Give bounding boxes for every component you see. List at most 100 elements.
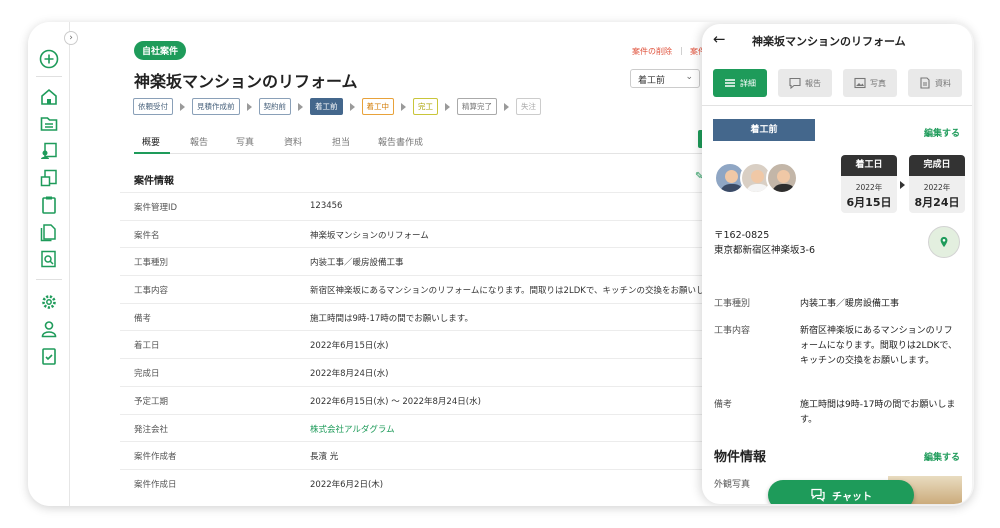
- property-edit-button[interactable]: 編集する: [924, 450, 960, 463]
- step-reception[interactable]: 依頼受付: [133, 98, 173, 115]
- mobile-tab-bar: 詳細 報告 写真 資料: [702, 60, 972, 106]
- chat-button[interactable]: チャット: [768, 480, 914, 504]
- step-estimate[interactable]: 見積作成前: [192, 98, 240, 115]
- row-label: 備考: [134, 313, 152, 324]
- chat-bubble-icon: [789, 77, 801, 89]
- mobile-header: ← 神楽坂マンションのリフォーム: [702, 24, 972, 60]
- app-window: › 自社案件 案件の削除 | 案件 神楽坂マンションのリフォーム 着工前 ⌄ 依…: [28, 22, 974, 506]
- mobile-tab-label: 写真: [870, 78, 886, 88]
- mobile-tab-documents[interactable]: 資料: [908, 69, 962, 97]
- mobile-status-badge: 着工前: [713, 119, 815, 141]
- avatar[interactable]: [766, 162, 798, 194]
- step-arrow-icon: [504, 102, 509, 111]
- home-icon[interactable]: [39, 87, 59, 107]
- table-row: 案件作成者 長濱 光: [120, 441, 730, 469]
- row-value: 施工時間は9時-17時の間でお願いします。: [800, 400, 956, 425]
- address: 東京都新宿区神楽坂3-6: [714, 245, 816, 256]
- row-label: 工事内容: [714, 326, 751, 336]
- step-arrow-icon: [180, 102, 185, 111]
- table-row: 工事内容 新宿区神楽坂にあるマンションのリフォームになります。間取りは2LDKで、…: [120, 275, 730, 303]
- step-lost[interactable]: 失注: [516, 98, 541, 115]
- list-icon: [725, 79, 735, 87]
- settings-icon[interactable]: [39, 292, 59, 312]
- row-label: 工事種別: [714, 299, 751, 309]
- image-icon: [854, 77, 866, 89]
- section-title: 案件情報: [134, 176, 174, 187]
- step-arrow-icon: [401, 102, 406, 111]
- files-icon[interactable]: [39, 222, 59, 242]
- tab-overview[interactable]: 概要: [142, 135, 160, 148]
- row-value: 内装工事／暖房設備工事: [800, 299, 900, 309]
- rail-divider: [36, 76, 62, 77]
- table-row: 発注会社 株式会社アルダグラム: [120, 413, 730, 442]
- checklist-icon[interactable]: [39, 346, 59, 366]
- project-type-badge: 自社案件: [134, 41, 187, 60]
- active-tab-indicator: [134, 152, 170, 154]
- info-table: 案件管理ID 123456 案件名 神楽坂マンションのリフォーム 工事種別 内装工事／…: [120, 192, 730, 497]
- table-row: 案件名 神楽坂マンションのリフォーム: [120, 219, 730, 248]
- table-row: 案件作成日 2022年6月2日(木): [120, 468, 730, 497]
- tab-report-creation[interactable]: 報告書作成: [378, 135, 423, 148]
- edit-button[interactable]: 編集する: [924, 126, 960, 139]
- row-label: 備考: [714, 400, 733, 410]
- step-before-construction[interactable]: 着工前: [310, 98, 343, 115]
- sidebar-rail: [28, 22, 70, 506]
- step-arrow-icon: [298, 102, 303, 111]
- tab-reports[interactable]: 報告: [190, 135, 208, 148]
- step-settled[interactable]: 精算完了: [457, 98, 497, 115]
- start-date-card: 着工日 2022年 6月15日: [841, 155, 897, 213]
- map-pin-icon[interactable]: [928, 226, 960, 258]
- mobile-tab-reports[interactable]: 報告: [778, 69, 832, 97]
- delete-project-link[interactable]: 案件の削除: [632, 46, 672, 57]
- document-icon[interactable]: [39, 168, 59, 188]
- row-value: 神楽坂マンションのリフォーム: [310, 230, 429, 241]
- row-value: 2022年8月24日(水): [310, 369, 389, 380]
- row-value: 施工時間は9時-17時の間でお願いします。: [310, 313, 473, 324]
- mobile-title: 神楽坂マンションのリフォーム: [752, 35, 906, 48]
- chat-button-label: チャット: [832, 491, 872, 503]
- end-date-label: 完成日: [909, 155, 965, 176]
- client-company-link[interactable]: 株式会社アルダグラム: [310, 423, 395, 435]
- row-label: 着工日: [134, 341, 160, 352]
- mobile-tab-photos[interactable]: 写真: [843, 69, 897, 97]
- row-label: 案件管理ID: [134, 203, 178, 213]
- step-in-construction[interactable]: 着工中: [361, 98, 394, 115]
- row-label: 案件作成日: [134, 479, 177, 490]
- exterior-photo-label: 外観写真: [714, 480, 751, 490]
- status-select-value: 着工前: [638, 76, 666, 86]
- end-date-card: 完成日 2022年 8月24日: [909, 155, 965, 213]
- row-label: 完成日: [134, 369, 160, 380]
- table-row: 案件管理ID 123456: [120, 192, 730, 220]
- step-arrow-icon: [445, 102, 450, 111]
- table-row: 着工日 2022年6月15日(水): [120, 330, 730, 358]
- user-icon[interactable]: [39, 319, 59, 339]
- row-label: 発注会社: [134, 424, 169, 435]
- tab-bar: 概要 報告 写真 資料 担当 報告書作成: [134, 126, 724, 154]
- collapse-sidebar-button[interactable]: ›: [64, 31, 78, 45]
- mobile-tab-details[interactable]: 詳細: [713, 69, 767, 97]
- row-label: 予定工期: [134, 396, 169, 407]
- start-date-day: 6月15日: [846, 196, 892, 209]
- rail-divider: [36, 279, 62, 280]
- page-title: 神楽坂マンションのリフォーム: [134, 72, 358, 91]
- status-steps: 依頼受付 見積作成前 契約前 着工前 着工中 完工 精算完了 失注: [133, 98, 541, 115]
- status-select[interactable]: 着工前 ⌄: [630, 69, 700, 88]
- tab-assignees[interactable]: 担当: [332, 135, 350, 148]
- add-icon[interactable]: [39, 49, 59, 69]
- user-document-icon[interactable]: [39, 141, 59, 161]
- step-arrow-icon: [349, 102, 355, 111]
- end-date-year: 2022年: [923, 183, 951, 192]
- step-contract[interactable]: 契約前: [258, 98, 291, 115]
- start-date-year: 2022年: [855, 183, 883, 192]
- folder-icon[interactable]: [39, 114, 59, 134]
- date-arrow-icon: [900, 181, 905, 189]
- tab-documents[interactable]: 資料: [284, 135, 302, 148]
- tab-photos[interactable]: 写真: [236, 135, 254, 148]
- step-completed[interactable]: 完工: [413, 98, 438, 115]
- search-document-icon[interactable]: [39, 249, 59, 269]
- back-arrow-icon[interactable]: ←: [713, 30, 726, 48]
- clipboard-icon[interactable]: [39, 195, 59, 215]
- row-value: 123456: [310, 201, 343, 211]
- row-label: 工事種別: [134, 258, 169, 269]
- project-detail-panel: 自社案件 案件の削除 | 案件 神楽坂マンションのリフォーム 着工前 ⌄ 依頼受…: [88, 22, 730, 506]
